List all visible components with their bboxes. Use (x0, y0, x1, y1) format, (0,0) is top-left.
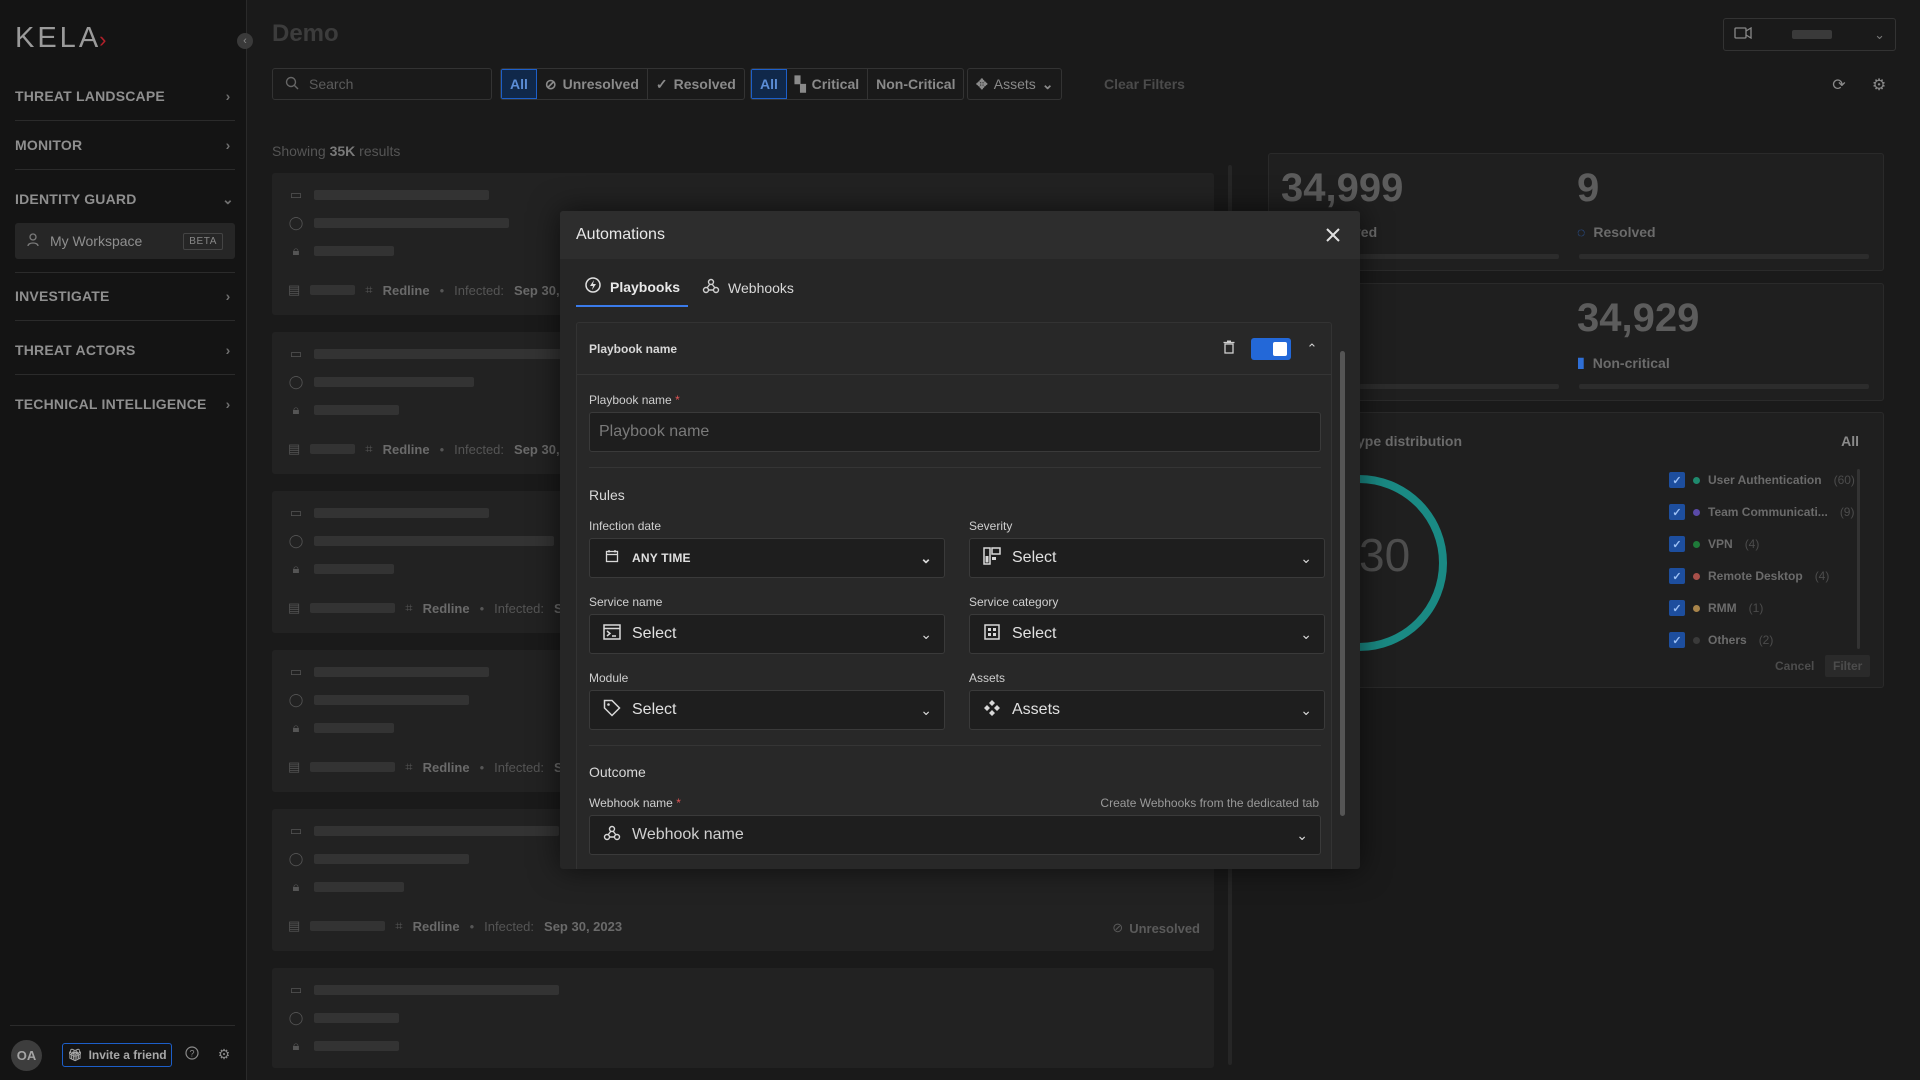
modal-tabs: Playbooks Webhooks (576, 269, 802, 307)
module-select[interactable]: Select ⌄ (589, 690, 945, 730)
chevron-down-icon: ⌄ (1296, 826, 1308, 843)
close-icon[interactable] (1322, 224, 1344, 246)
webhook-icon (702, 277, 720, 300)
modal-title: Automations (576, 226, 665, 243)
webhook-icon (602, 824, 622, 847)
service-name-label: Service name (589, 595, 663, 609)
modal-scrollbar[interactable] (1340, 351, 1345, 816)
modal-header: Automations (560, 211, 1360, 259)
severity-select[interactable]: Select ⌄ (969, 538, 1325, 578)
playbook-name-label: Playbook name * (589, 393, 680, 407)
playbook-name-input[interactable]: Playbook name (589, 412, 1321, 452)
service-category-label: Service category (969, 595, 1059, 609)
playbook-enabled-toggle[interactable] (1251, 337, 1291, 360)
playbook-panel: Playbook name ⌃ Playbook name * Playbook… (576, 322, 1332, 869)
playbook-header-title: Playbook name (589, 341, 678, 356)
chevron-down-icon: ⌄ (920, 625, 932, 642)
trash-icon[interactable] (1221, 340, 1237, 357)
rules-title: Rules (589, 487, 625, 503)
chevron-down-icon: ⌄ (920, 701, 932, 718)
calendar-icon (602, 549, 622, 568)
terminal-icon (602, 623, 622, 645)
tab-webhooks[interactable]: Webhooks (694, 269, 802, 307)
divider (589, 467, 1321, 468)
webhook-name-label: Webhook name * (589, 796, 681, 810)
assets-label: Assets (969, 671, 1006, 685)
webhook-name-select[interactable]: Webhook name ⌄ (589, 815, 1321, 855)
service-category-select[interactable]: Select ⌄ (969, 614, 1325, 654)
severity-icon (982, 546, 1002, 570)
chevron-down-icon: ⌄ (920, 549, 932, 566)
grid-icon (982, 623, 1002, 645)
webhook-hint: Create Webhooks from the dedicated tab (1100, 796, 1319, 810)
tab-playbooks[interactable]: Playbooks (576, 269, 689, 307)
module-label: Module (589, 671, 629, 685)
service-name-select[interactable]: Select ⌄ (589, 614, 945, 654)
playbook-icon (584, 276, 602, 299)
assets-select[interactable]: Assets ⌄ (969, 690, 1325, 730)
chevron-down-icon: ⌄ (1300, 625, 1312, 642)
assets-icon (982, 699, 1002, 722)
infection-date-select[interactable]: ANY TIME ⌄ (589, 538, 945, 578)
chevron-up-icon[interactable]: ⌃ (1305, 341, 1319, 357)
chevron-down-icon: ⌄ (1300, 701, 1312, 718)
severity-label: Severity (969, 519, 1013, 533)
tag-icon (602, 699, 622, 722)
outcome-title: Outcome (589, 764, 646, 780)
playbook-header: Playbook name ⌃ (577, 323, 1331, 375)
infection-date-label: Infection date (589, 519, 662, 533)
automations-modal: Automations Playbooks Webhooks Playbook … (560, 211, 1360, 869)
divider (589, 745, 1321, 746)
chevron-down-icon: ⌄ (1300, 549, 1312, 566)
